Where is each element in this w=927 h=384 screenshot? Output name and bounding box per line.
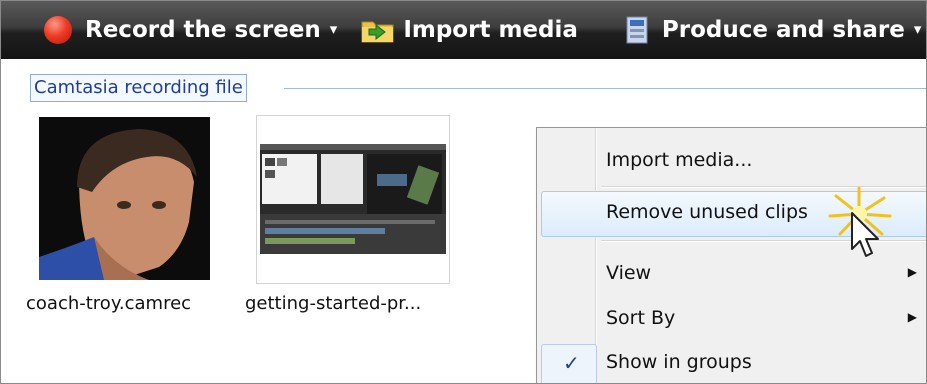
chevron-down-icon[interactable]: ▾ [914,20,922,38]
menu-item-label: Sort By [606,307,676,329]
menu-item-show-in-groups[interactable]: ✓ Show in groups [537,342,926,383]
menu-item-import-media[interactable]: Import media... [537,140,926,182]
menu-item-label: Show in groups [606,351,752,373]
clip-thumbnail-getting-started[interactable] [256,115,450,284]
folder-import-icon [361,21,394,43]
import-media-label: Import media [403,17,578,43]
menu-item-label: View [606,262,652,284]
camtasia-clip-bin: Record the screen ▾ Import media Produce… [0,0,927,384]
toolbar: Record the screen ▾ Import media Produce… [1,1,926,59]
chevron-down-icon[interactable]: ▾ [330,20,338,38]
record-screen-label: Record the screen [85,17,321,43]
menu-item-sort-by[interactable]: Sort By ▶ [537,298,926,340]
portrait-image [39,117,210,280]
submenu-arrow-icon: ▶ [907,310,917,324]
menu-item-label: Import media... [606,149,753,171]
produce-share-label: Produce and share [661,17,905,43]
produce-icon [626,16,648,44]
record-icon [44,16,72,44]
submenu-arrow-icon: ▶ [907,265,917,279]
mouse-cursor-icon [851,212,879,257]
group-header: Camtasia recording file [30,74,247,102]
clip-name: coach-troy.camrec [26,293,192,314]
checkmark-icon: ✓ [563,351,580,375]
screenshot-thumbnail-image [260,144,446,254]
menu-item-label: Remove unused clips [606,201,808,223]
clip-thumbnail-coach-troy[interactable] [39,117,210,280]
produce-share-button[interactable]: Produce and share ▾ [624,1,922,59]
import-media-button[interactable]: Import media [361,1,578,59]
record-screen-button[interactable]: Record the screen ▾ [44,1,337,59]
clip-name: getting-started-pr... [245,293,422,314]
group-divider [284,88,926,89]
